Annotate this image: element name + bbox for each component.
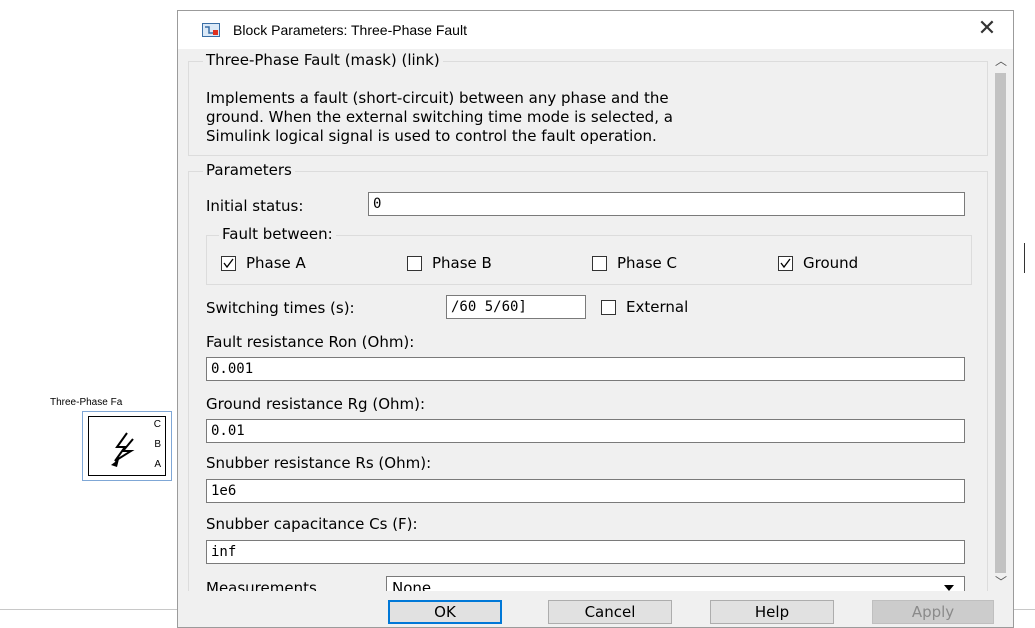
- check-icon: [223, 258, 234, 269]
- description-line: Simulink logical signal is used to contr…: [206, 127, 657, 145]
- initial-status-label: Initial status:: [206, 197, 304, 215]
- external-checkbox[interactable]: [601, 300, 616, 315]
- title-bar[interactable]: Block Parameters: Three-Phase Fault ✕: [178, 11, 1013, 49]
- phase-a-label[interactable]: Phase A: [246, 254, 306, 272]
- lightning-icon: [111, 432, 135, 467]
- block-body: C B A: [88, 416, 166, 476]
- snubber-resistance-label: Snubber resistance Rs (Ohm):: [206, 454, 432, 472]
- snubber-resistance-input[interactable]: 1e6: [206, 479, 965, 503]
- description-line: Implements a fault (short-circuit) betwe…: [206, 89, 669, 107]
- fault-between-label: Fault between:: [219, 225, 336, 243]
- ground-resistance-input[interactable]: 0.01: [206, 419, 965, 443]
- description-line: ground. When the external switching time…: [206, 108, 673, 126]
- check-icon: [780, 258, 791, 269]
- ground-label[interactable]: Ground: [803, 254, 858, 272]
- phase-b-checkbox[interactable]: [407, 256, 422, 271]
- vertical-scrollbar[interactable]: ︿ ﹀: [990, 49, 1012, 594]
- dialog-content: Three-Phase Fault (mask) (link) Implemen…: [188, 49, 990, 591]
- measurements-value: None: [392, 579, 432, 591]
- mask-description: Implements a fault (short-circuit) betwe…: [206, 89, 673, 146]
- canvas-right-line: [1014, 609, 1035, 610]
- canvas-left-line: [0, 609, 177, 610]
- snubber-capacitance-input[interactable]: inf: [206, 540, 965, 564]
- port-b-label: B: [154, 439, 161, 450]
- three-phase-fault-block[interactable]: C B A: [82, 411, 172, 481]
- scroll-up-icon[interactable]: ︿: [990, 51, 1012, 71]
- cancel-button[interactable]: Cancel: [548, 600, 672, 624]
- dialog-title: Block Parameters: Three-Phase Fault: [233, 22, 467, 38]
- apply-button[interactable]: Apply: [872, 600, 994, 624]
- switching-times-label: Switching times (s):: [206, 299, 355, 317]
- scroll-thumb[interactable]: [995, 73, 1006, 573]
- ground-resistance-label: Ground resistance Rg (Ohm):: [206, 395, 426, 413]
- chevron-down-icon: [944, 585, 954, 591]
- ok-button[interactable]: OK: [388, 600, 502, 624]
- phase-a-checkbox[interactable]: [221, 256, 236, 271]
- switching-times-input[interactable]: /60 5/60]: [446, 295, 586, 319]
- phase-c-label[interactable]: Phase C: [617, 254, 677, 272]
- initial-status-input[interactable]: 0: [368, 192, 965, 216]
- block-label: Three-Phase Fa: [50, 397, 123, 408]
- ground-checkbox[interactable]: [778, 256, 793, 271]
- simulink-block-icon: [202, 23, 220, 37]
- parameters-label: Parameters: [203, 161, 295, 179]
- measurements-label: Measurements: [206, 579, 317, 591]
- fault-resistance-label: Fault resistance Ron (Ohm):: [206, 333, 415, 351]
- port-a-label: A: [154, 459, 161, 470]
- external-label[interactable]: External: [626, 298, 688, 316]
- phase-b-label[interactable]: Phase B: [432, 254, 492, 272]
- scroll-down-icon[interactable]: ﹀: [990, 572, 1012, 592]
- canvas-right-tick: [1024, 243, 1025, 273]
- block-parameters-dialog: Block Parameters: Three-Phase Fault ✕ Th…: [177, 10, 1014, 628]
- close-icon[interactable]: ✕: [975, 17, 999, 41]
- fault-resistance-input[interactable]: 0.001: [206, 357, 965, 381]
- port-c-label: C: [153, 419, 161, 430]
- phase-c-checkbox[interactable]: [592, 256, 607, 271]
- help-button[interactable]: Help: [710, 600, 834, 624]
- mask-title: Three-Phase Fault (mask) (link): [203, 51, 443, 69]
- measurements-dropdown[interactable]: None: [386, 576, 965, 591]
- snubber-capacitance-label: Snubber capacitance Cs (F):: [206, 515, 418, 533]
